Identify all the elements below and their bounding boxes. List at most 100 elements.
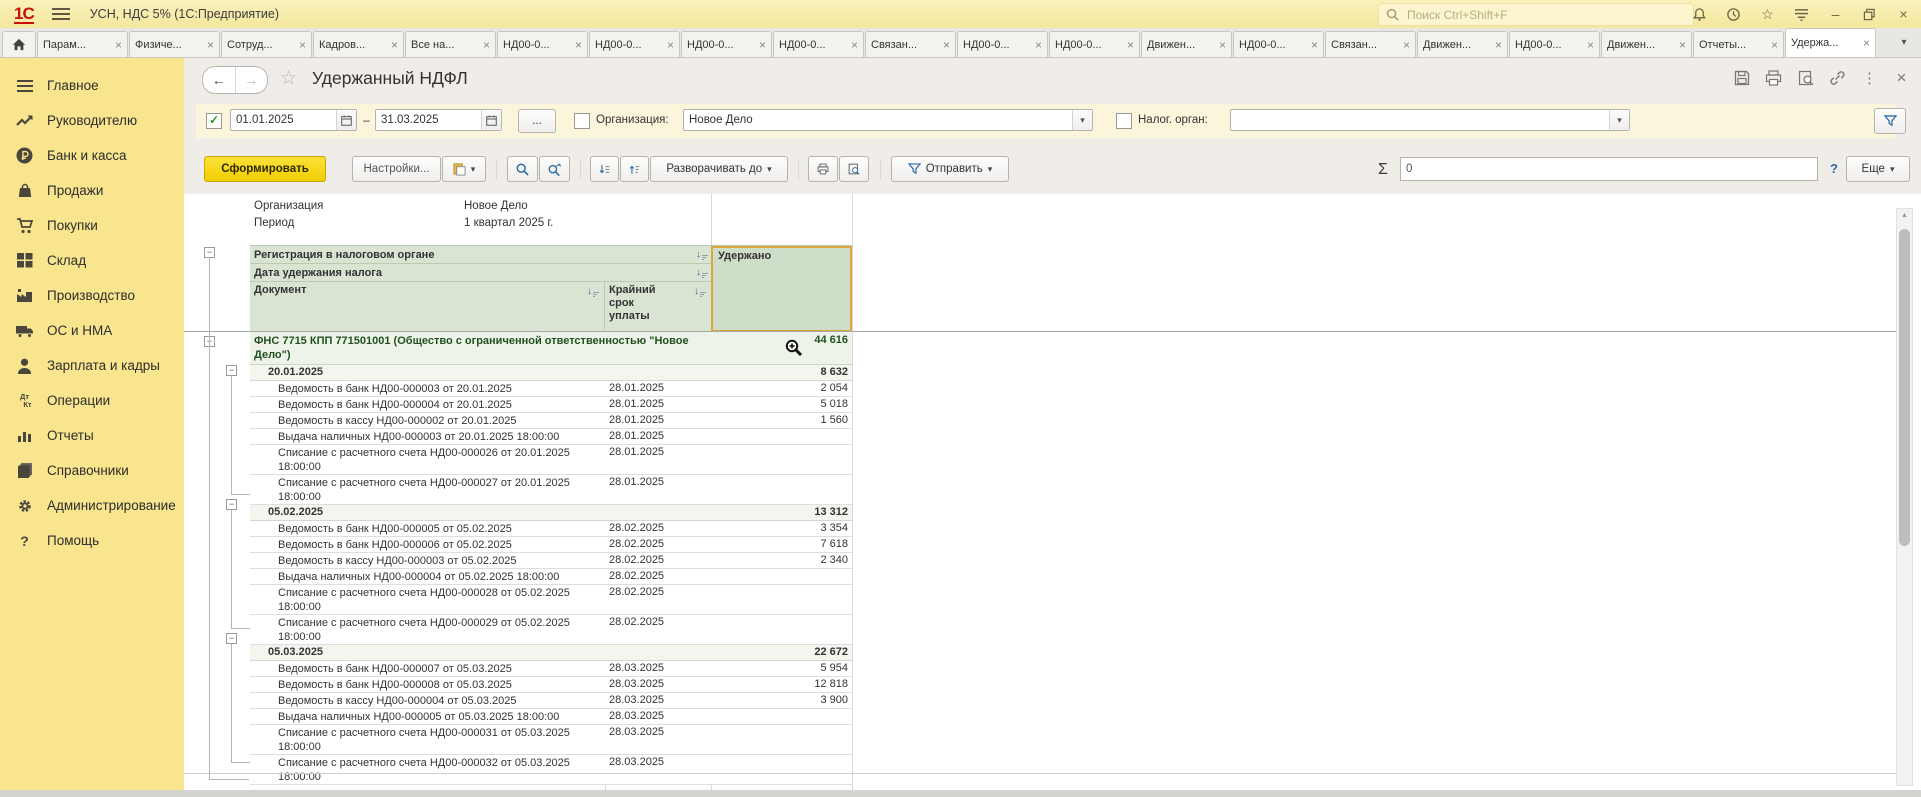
table-row[interactable]: Ведомость в банк НД00-000006 от 05.02.20… bbox=[250, 537, 852, 553]
save-icon[interactable] bbox=[1733, 69, 1750, 86]
calendar-icon[interactable] bbox=[481, 110, 501, 130]
tab-close-icon[interactable]: × bbox=[851, 40, 858, 50]
tab[interactable]: Все на... × bbox=[405, 31, 496, 57]
table-row[interactable]: Списание с расчетного счета НД00-000026 … bbox=[250, 445, 852, 475]
home-tab[interactable] bbox=[2, 31, 36, 57]
restore-button[interactable] bbox=[1862, 7, 1877, 22]
table-row[interactable]: Выдача наличных НД00-000004 от 05.02.202… bbox=[250, 569, 852, 585]
table-row[interactable]: Ведомость в кассу НД00-000002 от 20.01.2… bbox=[250, 413, 852, 429]
tab-close-icon[interactable]: × bbox=[1127, 40, 1134, 50]
table-row[interactable]: Списание с расчетного счета НД00-000031 … bbox=[250, 725, 852, 755]
preview-icon[interactable] bbox=[1797, 69, 1814, 86]
tab[interactable]: Движен... × bbox=[1417, 31, 1508, 57]
more-button[interactable]: Еще ▾ bbox=[1846, 156, 1910, 182]
settings-variants-button[interactable]: ▾ bbox=[442, 156, 486, 182]
table-row[interactable]: Списание с расчетного счета НД00-000027 … bbox=[250, 475, 852, 505]
sidebar-item-purchases[interactable]: Покупки bbox=[0, 208, 184, 243]
table-row[interactable]: Ведомость в банк НД00-000008 от 05.03.20… bbox=[250, 677, 852, 693]
tax-authority-combo[interactable]: ▾ bbox=[1230, 109, 1630, 131]
header-withheld-selected-cell[interactable]: Удержано bbox=[711, 246, 852, 332]
table-row[interactable]: Списание с расчетного счета НД00-000029 … bbox=[250, 615, 852, 645]
table-row[interactable]: Списание с расчетного счета НД00-000032 … bbox=[250, 755, 852, 785]
sidebar-item-manager[interactable]: Руководителю bbox=[0, 103, 184, 138]
chevron-down-icon[interactable]: ▾ bbox=[1072, 110, 1092, 130]
global-search[interactable] bbox=[1378, 3, 1694, 26]
collapse-groups-button[interactable] bbox=[590, 156, 619, 182]
tab-close-icon[interactable]: × bbox=[667, 40, 674, 50]
date-from-input[interactable] bbox=[231, 113, 336, 127]
find-button[interactable] bbox=[507, 156, 538, 182]
tab-close-icon[interactable]: × bbox=[299, 40, 306, 50]
main-menu-icon[interactable] bbox=[52, 5, 70, 23]
group-row[interactable]: 05.03.2025 22 672 bbox=[250, 645, 852, 661]
tab-close-icon[interactable]: × bbox=[943, 40, 950, 50]
tab[interactable]: НД00-0... × bbox=[1233, 31, 1324, 57]
tax-authority-input[interactable] bbox=[1231, 113, 1609, 127]
search-input[interactable] bbox=[1405, 7, 1686, 23]
generate-button[interactable]: Сформировать bbox=[204, 156, 326, 182]
tab[interactable]: Физиче... × bbox=[129, 31, 220, 57]
favorite-star-icon[interactable]: ☆ bbox=[280, 67, 297, 90]
calendar-icon[interactable] bbox=[336, 110, 356, 130]
tab[interactable]: НД00-0... × bbox=[1509, 31, 1600, 57]
sidebar-item-help[interactable]: ? Помощь bbox=[0, 523, 184, 558]
tab[interactable]: НД00-0... × bbox=[497, 31, 588, 57]
tab-close-icon[interactable]: × bbox=[1679, 40, 1686, 50]
settings-button[interactable]: Настройки... bbox=[352, 156, 441, 182]
org-checkbox[interactable] bbox=[574, 113, 590, 129]
help-icon[interactable]: ? bbox=[1830, 161, 1838, 176]
vertical-scrollbar[interactable]: ▲ bbox=[1896, 208, 1913, 786]
tab-close-icon[interactable]: × bbox=[1495, 40, 1502, 50]
tab-close-icon[interactable]: × bbox=[1403, 40, 1410, 50]
sidebar-item-sales[interactable]: Продажи bbox=[0, 173, 184, 208]
header-withhold-date[interactable]: Дата удержания налога ↓ bbox=[250, 264, 711, 282]
table-row[interactable]: Списание с расчетного счета НД00-000028 … bbox=[250, 585, 852, 615]
forward-button[interactable]: → bbox=[236, 67, 268, 93]
date-from-field[interactable] bbox=[230, 109, 357, 131]
collapse-toggle[interactable]: − bbox=[226, 499, 237, 510]
tab[interactable]: Связан... × bbox=[1325, 31, 1416, 57]
tab[interactable]: Удержа... × bbox=[1785, 28, 1876, 57]
tab[interactable]: Парам... × bbox=[37, 31, 128, 57]
tab-close-icon[interactable]: × bbox=[575, 40, 582, 50]
favorites-star-icon[interactable]: ☆ bbox=[1760, 7, 1775, 22]
date-to-input[interactable] bbox=[376, 113, 481, 127]
tab-close-icon[interactable]: × bbox=[1035, 40, 1042, 50]
tab-close-icon[interactable]: × bbox=[759, 40, 766, 50]
collapse-toggle[interactable]: − bbox=[226, 633, 237, 644]
org-combo[interactable]: ▾ bbox=[683, 109, 1093, 131]
expand-groups-button[interactable] bbox=[620, 156, 649, 182]
header-deadline[interactable]: Крайний срок уплаты ↓ bbox=[605, 282, 711, 332]
autosum-field[interactable] bbox=[1400, 157, 1818, 181]
table-row[interactable]: Ведомость в банк НД00-000005 от 05.02.20… bbox=[250, 521, 852, 537]
back-button[interactable]: ← bbox=[203, 67, 236, 93]
table-row[interactable]: Выдача наличных НД00-000003 от 20.01.202… bbox=[250, 429, 852, 445]
close-window-button[interactable]: × bbox=[1896, 7, 1911, 22]
service-menu-icon[interactable] bbox=[1794, 7, 1809, 22]
tab-overflow-button[interactable]: ▾ bbox=[1893, 37, 1915, 48]
link-icon[interactable] bbox=[1829, 69, 1846, 86]
tab[interactable]: Отчеты... × bbox=[1693, 31, 1784, 57]
tab[interactable]: НД00-0... × bbox=[681, 31, 772, 57]
table-row[interactable]: Выдача наличных НД00-000005 от 05.03.202… bbox=[250, 709, 852, 725]
sidebar-item-production[interactable]: Производство bbox=[0, 278, 184, 313]
tab-close-icon[interactable]: × bbox=[391, 40, 398, 50]
tab-close-icon[interactable]: × bbox=[1771, 40, 1778, 50]
tab-close-icon[interactable]: × bbox=[1587, 40, 1594, 50]
scrollbar-thumb[interactable] bbox=[1899, 229, 1910, 546]
tax-authority-checkbox[interactable] bbox=[1116, 113, 1132, 129]
history-icon[interactable] bbox=[1726, 7, 1741, 22]
table-row[interactable]: Ведомость в кассу НД00-000004 от 05.03.2… bbox=[250, 693, 852, 709]
print-preview-button[interactable] bbox=[839, 156, 869, 182]
tab-close-icon[interactable]: × bbox=[1311, 40, 1318, 50]
sidebar-item-fixed-assets[interactable]: ОС и НМА bbox=[0, 313, 184, 348]
header-registration[interactable]: Регистрация в налоговом органе ↓ bbox=[250, 246, 711, 264]
sidebar-item-directories[interactable]: Справочники bbox=[0, 453, 184, 488]
expand-to-button[interactable]: Разворачивать до ▾ bbox=[650, 156, 788, 182]
period-variants-button[interactable]: ... bbox=[518, 109, 556, 133]
date-to-field[interactable] bbox=[375, 109, 502, 131]
sidebar-item-main[interactable]: Главное bbox=[0, 68, 184, 103]
group-row[interactable]: 05.02.2025 13 312 bbox=[250, 505, 852, 521]
scroll-up-icon[interactable]: ▲ bbox=[1897, 209, 1912, 223]
total-row[interactable]: ФНС 7715 КПП 771501001 (Общество с огран… bbox=[250, 332, 852, 365]
